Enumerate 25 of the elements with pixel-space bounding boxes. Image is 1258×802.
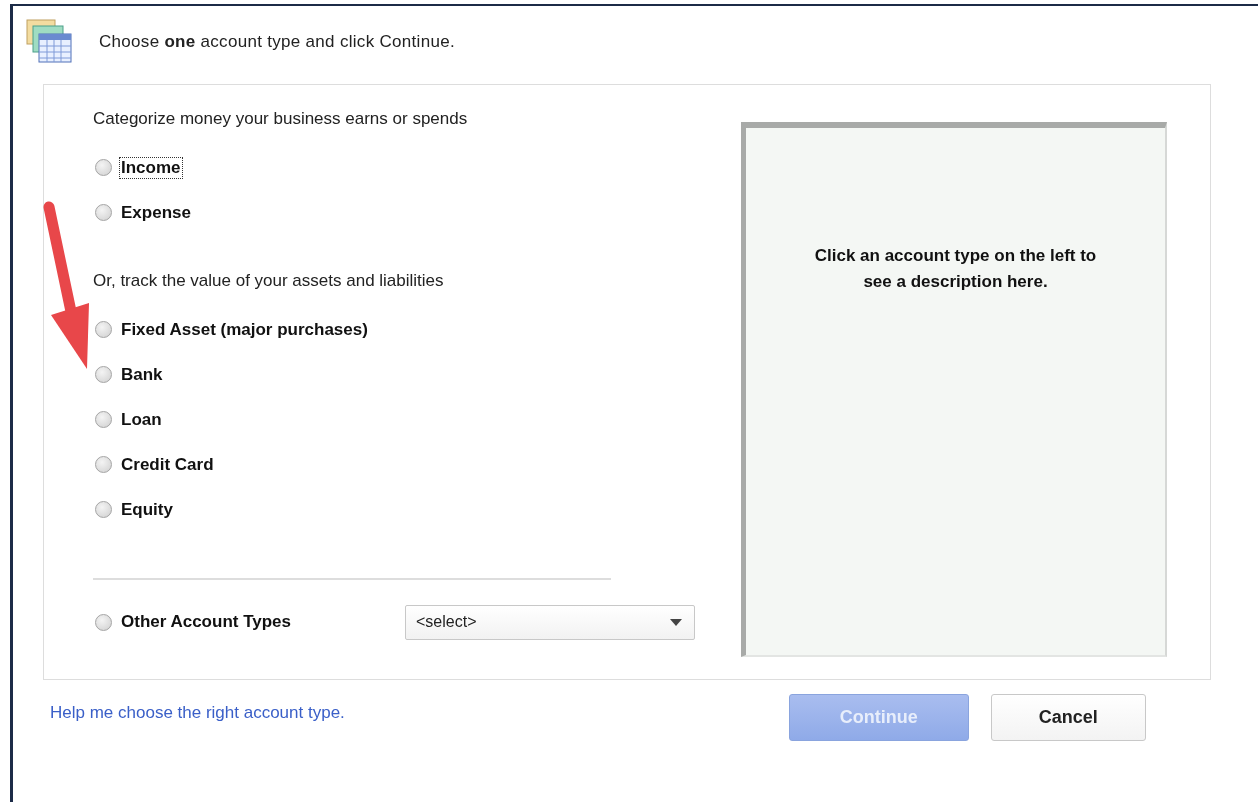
option-label[interactable]: Equity [120, 499, 174, 520]
option-label[interactable]: Credit Card [120, 454, 215, 475]
cancel-button[interactable]: Cancel [990, 694, 1146, 741]
radio-button[interactable] [95, 411, 112, 428]
radio-button[interactable] [95, 456, 112, 473]
option-label[interactable]: Income [120, 157, 182, 178]
option-label[interactable]: Bank [120, 364, 164, 385]
section-heading: Or, track the value of your assets and liabilities [93, 271, 445, 292]
dialog-instruction: Choose one account type and click Continue. [99, 32, 455, 52]
help-link[interactable]: Help me choose the right account type. [50, 702, 345, 723]
radio-button[interactable] [95, 613, 112, 631]
radio-button[interactable] [95, 204, 112, 221]
radio-button[interactable] [95, 366, 112, 383]
account-type-dropdown[interactable]: <select> [405, 604, 695, 640]
table-icon [25, 18, 73, 66]
radio-button[interactable] [95, 321, 112, 338]
option-label[interactable]: Loan [120, 409, 163, 430]
option-label[interactable]: Other Account Types [120, 612, 293, 632]
option-label[interactable]: Fixed Asset (major purchases) [120, 319, 369, 340]
radio-button[interactable] [95, 159, 112, 176]
section-heading: Categorize money your business earns or spends [93, 109, 469, 130]
option-label[interactable]: Expense [120, 202, 192, 223]
caret-icon [670, 618, 682, 626]
radio-button[interactable] [95, 501, 112, 518]
description-text: Click an account type on the left to see a description here. [813, 245, 1098, 293]
